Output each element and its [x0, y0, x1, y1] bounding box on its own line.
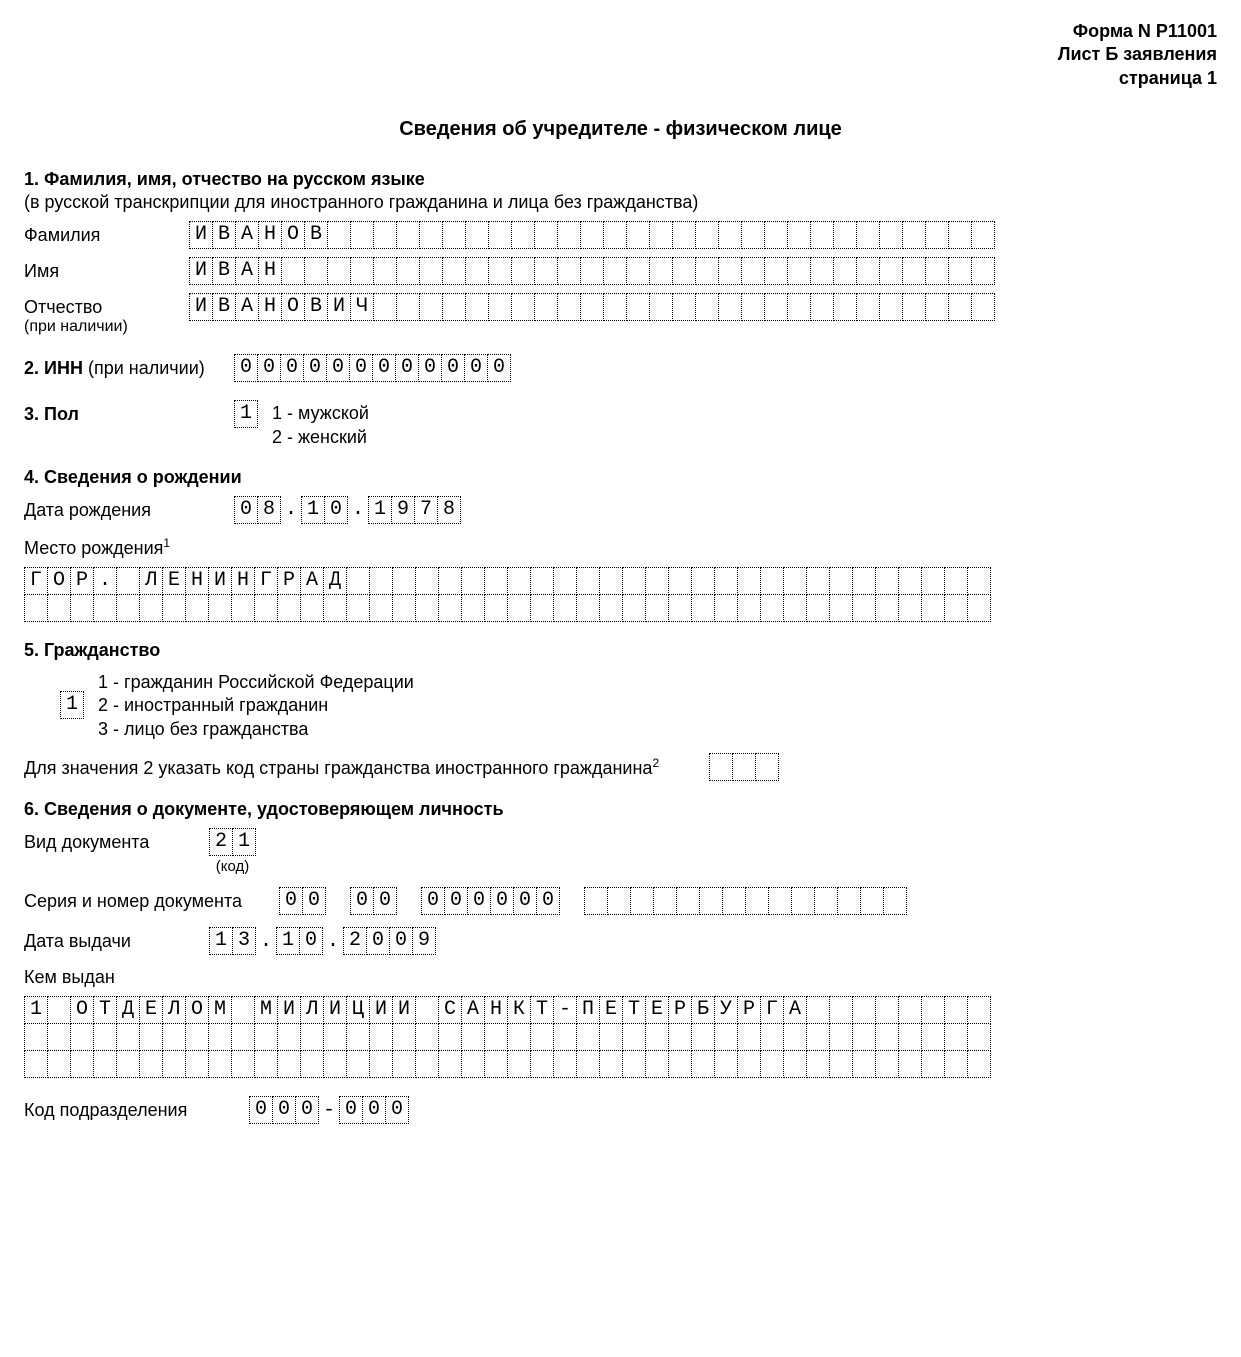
firstname-row: Имя ИВАН — [24, 257, 1217, 285]
form-number: Форма N Р11001 — [24, 20, 1217, 43]
patronymic-cells[interactable]: ИВАНОВИЧ — [189, 293, 995, 321]
patronymic-row: Отчество (при наличии) ИВАНОВИЧ — [24, 293, 1217, 336]
sex-label: 3. Пол — [24, 400, 234, 425]
citizenship-cell[interactable]: 1 — [60, 691, 84, 719]
section-6-heading: 6. Сведения о документе, удостоверяющем … — [24, 799, 1217, 820]
doctype-row: Вид документа 21 (код) — [24, 828, 1217, 875]
citizenship-country-note: Для значения 2 указать код страны гражда… — [24, 756, 659, 779]
issuer-line2[interactable] — [24, 1023, 1217, 1051]
issue-day[interactable]: 13 — [209, 927, 256, 955]
inn-row: 2. ИНН (при наличии) 000000000000 — [24, 354, 1217, 382]
lastname-cells[interactable]: ИВАНОВ — [189, 221, 995, 249]
series-groups[interactable]: 0000000000 — [279, 887, 907, 915]
citizenship-legend: 1 - гражданин Российской Федерации 2 - и… — [98, 669, 414, 741]
lastname-label: Фамилия — [24, 221, 189, 246]
citizenship-country-cells[interactable] — [709, 753, 779, 781]
citizenship-country-row: Для значения 2 указать код страны гражда… — [24, 753, 1217, 781]
doctype-label: Вид документа — [24, 828, 209, 853]
birthplace-line1[interactable]: ГОР. ЛЕНИНГРАД — [24, 567, 1217, 595]
birthdate-month[interactable]: 10 — [301, 496, 348, 524]
issuer-line1[interactable]: 1 ОТДЕЛОМ МИЛИЦИИ САНКТ-ПЕТЕРБУРГА — [24, 996, 1217, 1024]
issuer-line3[interactable] — [24, 1050, 1217, 1078]
sex-cell[interactable]: 1 — [234, 400, 258, 428]
form-sheet: Лист Б заявления — [24, 43, 1217, 66]
issue-year[interactable]: 2009 — [343, 927, 436, 955]
form-page: страница 1 — [24, 67, 1217, 90]
dept-row: Код подразделения 000 - 000 — [24, 1096, 1217, 1124]
firstname-cells[interactable]: ИВАН — [189, 257, 995, 285]
section-1-note: (в русской транскрипции для иностранного… — [24, 192, 1217, 213]
issuer-label: Кем выдан — [24, 967, 1217, 988]
citizenship-row: 1 1 - гражданин Российской Федерации 2 -… — [24, 669, 1217, 741]
patronymic-label: Отчество (при наличии) — [24, 293, 189, 336]
birthdate-year[interactable]: 1978 — [368, 496, 461, 524]
dept-g1[interactable]: 000 — [249, 1096, 319, 1124]
issue-month[interactable]: 10 — [276, 927, 323, 955]
doctype-cells[interactable]: 21 — [209, 828, 256, 856]
dept-g2[interactable]: 000 — [339, 1096, 409, 1124]
section-1-heading: 1. Фамилия, имя, отчество на русском язы… — [24, 169, 1217, 190]
page-title: Сведения об учредителе - физическом лице — [24, 118, 1217, 141]
date-sep-1: . — [281, 498, 301, 521]
sex-row: 3. Пол 1 1 - мужской 2 - женский — [24, 400, 1217, 449]
section-4-heading: 4. Сведения о рождении — [24, 467, 1217, 488]
sex-legend: 1 - мужской 2 - женский — [272, 400, 369, 449]
birthdate-label: Дата рождения — [24, 496, 234, 521]
birthplace-label: Место рождения1 — [24, 536, 1217, 559]
birthdate-day[interactable]: 08 — [234, 496, 281, 524]
date-sep-2: . — [348, 498, 368, 521]
birthdate-row: Дата рождения 08 . 10 . 1978 — [24, 496, 1217, 524]
doctype-code-note: (код) — [209, 858, 256, 875]
series-row: Серия и номер документа 0000000000 — [24, 887, 1217, 915]
dept-label: Код подразделения — [24, 1096, 249, 1121]
form-header: Форма N Р11001 Лист Б заявления страница… — [24, 20, 1217, 90]
birthplace-line2[interactable] — [24, 594, 1217, 622]
section-5-heading: 5. Гражданство — [24, 640, 1217, 661]
issue-date-row: Дата выдачи 13 . 10 . 2009 — [24, 927, 1217, 955]
firstname-label: Имя — [24, 257, 189, 282]
issue-date-label: Дата выдачи — [24, 927, 209, 952]
inn-label: 2. ИНН (при наличии) — [24, 354, 234, 379]
inn-cells[interactable]: 000000000000 — [234, 354, 511, 382]
series-label: Серия и номер документа — [24, 887, 279, 912]
lastname-row: Фамилия ИВАНОВ — [24, 221, 1217, 249]
